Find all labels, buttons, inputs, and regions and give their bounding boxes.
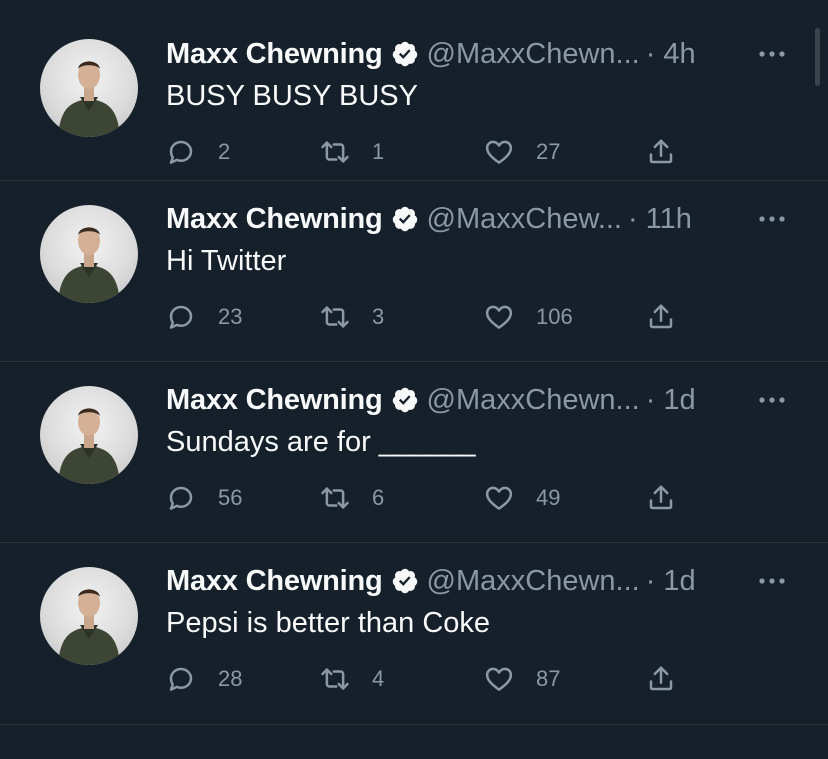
handle[interactable]: @MaxxChewn... [427,384,640,417]
retweet-count: 1 [372,139,385,164]
retweet-icon [321,668,349,690]
retweet-icon [321,487,349,509]
tweet-actions: 23 3 106 [166,300,728,334]
tweet[interactable]: Maxx Chewning @MaxxChewn... · 4h BUSY BU… [0,0,828,181]
share-button[interactable] [646,300,676,334]
like-button[interactable]: 27 [484,135,560,169]
reply-button[interactable]: 28 [166,662,242,696]
share-icon [649,304,673,329]
tweet-header: Maxx Chewning @MaxxChewn... · 1d [166,382,768,418]
share-button[interactable] [646,662,676,696]
retweet-count: 6 [372,485,385,510]
tweet[interactable]: Maxx Chewning @MaxxChew... · 11h Hi Twit… [0,181,828,362]
more-horizontal-icon [759,51,785,57]
reply-icon [169,486,193,510]
retweet-icon [321,141,349,163]
tweet-actions: 2 1 27 [166,135,728,169]
reply-icon [169,667,193,691]
reply-icon [169,305,193,329]
verified-badge-icon [392,568,417,594]
like-button[interactable]: 87 [484,662,560,696]
share-icon [649,139,673,164]
retweet-button[interactable]: 6 [320,481,384,515]
verified-badge-icon [392,41,417,67]
tweet[interactable]: Maxx Chewning @MaxxChewn... · 1d Sundays… [0,362,828,543]
avatar[interactable] [40,567,138,665]
like-count: 49 [536,485,561,510]
separator-dot: · [628,202,638,235]
timestamp[interactable]: 1d [663,565,695,598]
tweet-text: Pepsi is better than Coke [166,607,491,639]
share-icon [649,666,673,691]
display-name[interactable]: Maxx Chewning [166,38,383,71]
separator-dot: · [645,383,656,416]
heart-icon [485,140,513,164]
reply-count: 2 [218,139,231,164]
handle[interactable]: @MaxxChewn... [427,38,640,71]
avatar-photo-icon [58,589,120,665]
heart-icon [485,667,513,691]
reply-icon [169,140,193,164]
verified-badge-icon [392,206,417,232]
more-button[interactable] [754,382,790,418]
avatar-photo-icon [58,61,120,137]
verified-badge-icon [392,387,417,413]
timestamp[interactable]: 4h [663,38,695,71]
retweet-button[interactable]: 4 [320,662,384,696]
share-icon [649,485,673,510]
like-count: 27 [536,139,561,164]
avatar[interactable] [40,205,138,303]
reply-button[interactable]: 56 [166,481,242,515]
display-name[interactable]: Maxx Chewning [166,384,383,417]
more-button[interactable] [754,563,790,599]
tweet-header: Maxx Chewning @MaxxChewn... · 4h [166,36,768,72]
handle[interactable]: @MaxxChew... [427,203,622,236]
retweet-button[interactable]: 3 [320,300,384,334]
like-count: 87 [536,666,561,691]
tweet-actions: 28 4 87 [166,662,728,696]
share-button[interactable] [646,481,676,515]
timestamp[interactable]: 11h [646,203,692,236]
separator-dot: · [645,37,656,70]
like-count: 106 [536,304,573,329]
avatar[interactable] [40,386,138,484]
tweet[interactable]: Maxx Chewning @MaxxChewn... · 1d Pepsi i… [0,543,828,725]
reply-button[interactable]: 2 [166,135,230,169]
avatar-photo-icon [58,227,120,303]
display-name[interactable]: Maxx Chewning [166,565,383,598]
retweet-icon [321,306,349,328]
more-horizontal-icon [759,216,785,222]
reply-count: 28 [218,666,243,691]
reply-count: 56 [218,485,243,510]
like-button[interactable]: 49 [484,481,560,515]
handle[interactable]: @MaxxChewn... [427,565,640,598]
heart-icon [485,305,513,329]
tweet-text: Sundays are for ______ [166,426,476,458]
avatar[interactable] [40,39,138,137]
reply-button[interactable]: 23 [166,300,242,334]
display-name[interactable]: Maxx Chewning [166,203,383,236]
more-button[interactable] [754,36,790,72]
share-button[interactable] [646,135,676,169]
timeline: Maxx Chewning @MaxxChewn... · 4h BUSY BU… [0,0,828,759]
retweet-count: 3 [372,304,385,329]
tweet-text: BUSY BUSY BUSY [166,80,418,112]
more-button[interactable] [754,201,790,237]
tweet-text: Hi Twitter [166,245,287,277]
separator-dot: · [645,564,656,597]
heart-icon [485,486,513,510]
retweet-button[interactable]: 1 [320,135,384,169]
tweet-header: Maxx Chewning @MaxxChew... · 11h [166,201,768,237]
avatar-photo-icon [58,408,120,484]
tweet-actions: 56 6 49 [166,481,728,515]
retweet-count: 4 [372,666,385,691]
more-horizontal-icon [759,397,785,403]
like-button[interactable]: 106 [484,300,573,334]
timestamp[interactable]: 1d [663,384,695,417]
more-horizontal-icon [759,578,785,584]
tweet-header: Maxx Chewning @MaxxChewn... · 1d [166,563,768,599]
reply-count: 23 [218,304,243,329]
